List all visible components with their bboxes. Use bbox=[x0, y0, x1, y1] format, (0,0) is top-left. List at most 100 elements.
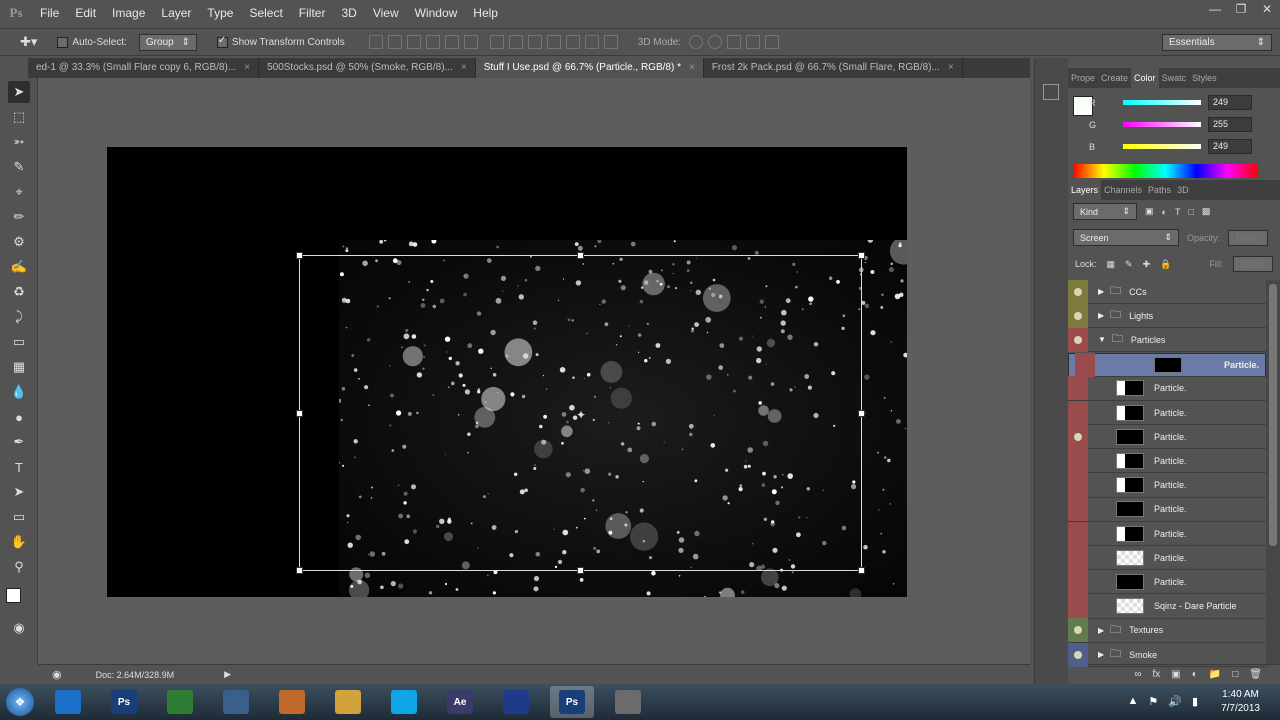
layers-scrollbar[interactable] bbox=[1266, 280, 1280, 664]
filter-type-icon[interactable]: T bbox=[1175, 207, 1181, 217]
document-tab[interactable]: 500Stocks.psd @ 50% (Smoke, RGB/8)... × bbox=[259, 58, 476, 78]
network-icon[interactable]: ▮ bbox=[1192, 695, 1198, 708]
3d-slide-icon[interactable] bbox=[746, 35, 761, 49]
move-tool-preset-icon[interactable]: ✚▾ bbox=[20, 34, 37, 50]
taskbar-app-folder[interactable] bbox=[326, 686, 370, 718]
type-tool-icon[interactable]: T bbox=[8, 456, 30, 478]
layer-visibility-icon[interactable] bbox=[1068, 497, 1088, 522]
tab-close-icon[interactable]: × bbox=[244, 62, 250, 73]
foreground-color-swatch[interactable] bbox=[6, 588, 21, 603]
layer-visibility-icon[interactable] bbox=[1068, 569, 1088, 594]
brush-tool-icon[interactable]: ✍ bbox=[8, 256, 30, 278]
history-brush-tool-icon[interactable]: ⤸ bbox=[8, 306, 30, 328]
layer-visibility-icon[interactable] bbox=[1068, 327, 1088, 352]
layer-visibility-icon[interactable] bbox=[1068, 473, 1088, 498]
taskbar-app-media[interactable] bbox=[270, 686, 314, 718]
layer-visibility-icon[interactable] bbox=[1068, 594, 1088, 619]
delete-layer-icon[interactable]: 🗑 bbox=[1249, 669, 1262, 680]
layer-row[interactable]: Particle. bbox=[1068, 545, 1266, 571]
distribute-hcenter-icon[interactable] bbox=[565, 35, 580, 49]
workspace-dropdown[interactable]: Essentials ⇕ bbox=[1162, 34, 1272, 51]
history-panel-icon[interactable] bbox=[1043, 84, 1059, 100]
taskbar-app-globe[interactable] bbox=[494, 686, 538, 718]
expand-right-icon[interactable]: ▶ bbox=[1098, 626, 1104, 635]
auto-select-target-dropdown[interactable]: Group ⇕ bbox=[138, 33, 197, 51]
marquee-tool-icon[interactable]: ⬚ bbox=[8, 106, 30, 128]
layer-row[interactable]: Particle. bbox=[1068, 352, 1266, 377]
system-clock[interactable]: 1:40 AM 7/7/2013 bbox=[1221, 688, 1260, 716]
panel-tab-styles[interactable]: Styles bbox=[1189, 68, 1220, 88]
clone-stamp-tool-icon[interactable]: ♻ bbox=[8, 281, 30, 303]
auto-align-icon[interactable] bbox=[603, 35, 618, 49]
taskbar-app-ae[interactable]: Ae bbox=[438, 686, 482, 718]
transform-center-icon[interactable]: ✦ bbox=[576, 408, 586, 422]
panel-tab-swatc[interactable]: Swatc bbox=[1159, 68, 1190, 88]
align-top-icon[interactable] bbox=[368, 35, 383, 49]
layer-visibility-icon[interactable] bbox=[1068, 448, 1088, 473]
layer-visibility-icon[interactable] bbox=[1068, 521, 1088, 546]
g-value[interactable]: 255 bbox=[1208, 117, 1252, 132]
adjustment-layer-icon[interactable]: ◐ bbox=[1192, 669, 1198, 680]
start-button[interactable]: ❖ bbox=[0, 684, 40, 720]
taskbar-app-skype[interactable] bbox=[382, 686, 426, 718]
taskbar-app-ps[interactable]: Ps bbox=[550, 686, 594, 718]
menu-type[interactable]: Type bbox=[199, 0, 241, 26]
crop-tool-icon[interactable]: ⌖ bbox=[8, 181, 30, 203]
menu-filter[interactable]: Filter bbox=[291, 0, 334, 26]
menu-file[interactable]: File bbox=[32, 0, 67, 26]
shape-tool-icon[interactable]: ▭ bbox=[8, 506, 30, 528]
green-slider[interactable]: G 255 bbox=[1068, 116, 1280, 136]
document-tab[interactable]: ed-1 @ 33.3% (Small Flare copy 6, RGB/8)… bbox=[28, 58, 260, 78]
distribute-top-icon[interactable] bbox=[489, 35, 504, 49]
tab-close-icon[interactable]: × bbox=[689, 62, 695, 73]
path-select-tool-icon[interactable]: ➤ bbox=[8, 481, 30, 503]
lock-position-icon[interactable]: ✚ bbox=[1143, 259, 1151, 270]
menu-image[interactable]: Image bbox=[104, 0, 153, 26]
eyedropper-tool-icon[interactable]: ✏ bbox=[8, 206, 30, 228]
layer-visibility-icon[interactable] bbox=[1068, 279, 1088, 304]
3d-rotate-icon[interactable] bbox=[689, 35, 704, 49]
close-icon[interactable]: ✕ bbox=[1254, 0, 1280, 18]
layer-row[interactable]: ▶ 🗀 Textures bbox=[1068, 618, 1266, 643]
taskbar-app-ps[interactable]: Ps bbox=[102, 686, 146, 718]
layer-row[interactable]: Particle. bbox=[1068, 376, 1266, 401]
layer-visibility-icon[interactable] bbox=[1068, 642, 1088, 667]
transform-handle-bottom-left[interactable] bbox=[296, 567, 303, 574]
blur-tool-icon[interactable]: 💧 bbox=[8, 381, 30, 403]
panel-tab-3d[interactable]: 3D bbox=[1174, 180, 1192, 200]
filter-pixel-icon[interactable]: ▣ bbox=[1145, 206, 1154, 217]
show-transform-checkbox[interactable] bbox=[216, 35, 228, 48]
taskbar-app-tool[interactable] bbox=[606, 686, 650, 718]
auto-select-checkbox[interactable] bbox=[57, 36, 69, 48]
layer-visibility-icon[interactable] bbox=[1068, 424, 1088, 449]
3d-drag-icon[interactable] bbox=[727, 35, 742, 49]
expand-right-icon[interactable]: ▶ bbox=[1098, 650, 1104, 659]
quick-mask-icon[interactable]: ◉ bbox=[8, 617, 30, 639]
transform-bounding-box[interactable]: ✦ bbox=[296, 252, 865, 574]
panel-tab-layers[interactable]: Layers bbox=[1068, 180, 1102, 200]
layer-visibility-icon[interactable] bbox=[1068, 618, 1088, 643]
layers-scrollbar-thumb[interactable] bbox=[1269, 284, 1277, 546]
3d-roll-icon[interactable] bbox=[708, 35, 723, 49]
color-spectrum[interactable] bbox=[1073, 164, 1258, 178]
new-layer-icon[interactable]: □ bbox=[1232, 669, 1238, 680]
align-hcenter-icon[interactable] bbox=[444, 35, 459, 49]
zoom-status-icon[interactable]: ◉ bbox=[52, 668, 62, 681]
document-tab[interactable]: Stuff I Use.psd @ 66.7% (Particle., RGB/… bbox=[475, 58, 704, 78]
move-tool-icon[interactable]: ➤ bbox=[8, 81, 30, 103]
taskbar-app-ie[interactable] bbox=[46, 686, 90, 718]
transform-handle-top-right[interactable] bbox=[858, 252, 865, 259]
transform-handle-bottom[interactable] bbox=[577, 567, 584, 574]
blue-slider[interactable]: B 249 bbox=[1068, 138, 1280, 158]
expand-right-icon[interactable]: ▶ bbox=[1098, 287, 1104, 296]
expand-down-icon[interactable]: ▼ bbox=[1098, 335, 1106, 344]
align-right-icon[interactable] bbox=[463, 35, 478, 49]
quick-select-tool-icon[interactable]: ✎ bbox=[8, 156, 30, 178]
r-slider-track[interactable] bbox=[1123, 100, 1201, 105]
layer-visibility-icon[interactable] bbox=[1068, 303, 1088, 328]
tab-close-icon[interactable]: × bbox=[948, 62, 954, 73]
layer-row[interactable]: Particle. bbox=[1068, 400, 1266, 425]
menu-edit[interactable]: Edit bbox=[67, 0, 104, 26]
menu-select[interactable]: Select bbox=[241, 0, 290, 26]
tray-flag-icon[interactable]: ⚑ bbox=[1148, 695, 1158, 708]
